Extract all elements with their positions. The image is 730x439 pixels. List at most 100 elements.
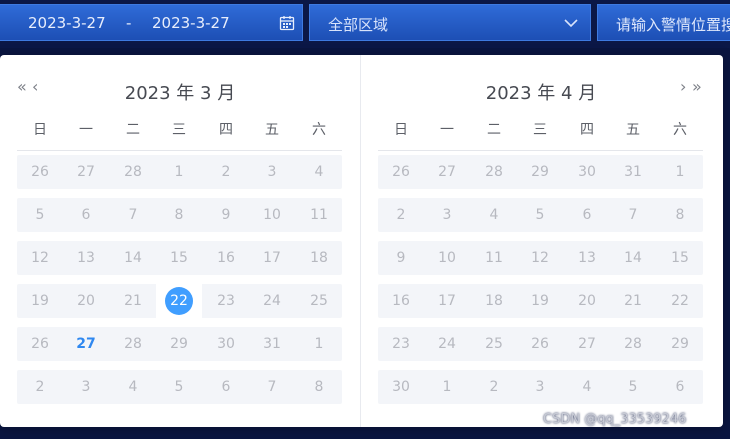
day-cell[interactable]: 18 [296,241,342,275]
day-cell[interactable]: 29 [517,155,563,189]
day-cell[interactable]: 1 [156,155,202,189]
double-chevron-right-icon[interactable]: » [692,77,702,96]
day-cell[interactable]: 21 [610,284,656,318]
day-cell[interactable]: 3 [424,198,470,232]
day-cell[interactable]: 6 [564,198,610,232]
day-cell[interactable]: 17 [249,241,295,275]
day-cell[interactable]: 28 [471,155,517,189]
day-cell[interactable]: 21 [110,284,156,318]
day-cell[interactable]: 26 [17,155,63,189]
day-cell[interactable]: 5 [156,370,202,404]
day-cell[interactable]: 5 [610,370,656,404]
day-cell[interactable]: 14 [610,241,656,275]
area-select[interactable]: 全部区域 [309,4,591,41]
day-cell[interactable]: 7 [249,370,295,404]
day-cell[interactable]: 28 [110,155,156,189]
day-number: 23 [217,293,235,309]
day-cell[interactable]: 4 [471,198,517,232]
day-cell[interactable]: 31 [249,327,295,361]
weekday-label: 日 [394,122,408,138]
day-cell[interactable]: 8 [296,370,342,404]
day-cell[interactable]: 25 [471,327,517,361]
day-cell[interactable]: 24 [424,327,470,361]
chevron-right-icon[interactable]: › [680,77,686,96]
day-cell[interactable]: 23 [203,284,249,318]
day-cell[interactable]: 28 [110,327,156,361]
day-cell[interactable]: 2 [17,370,63,404]
day-cell[interactable]: 17 [424,284,470,318]
day-cell[interactable]: 26 [378,155,424,189]
day-cell[interactable]: 29 [156,327,202,361]
day-cell[interactable]: 11 [471,241,517,275]
day-cell[interactable]: 3 [517,370,563,404]
day-cell[interactable]: 13 [63,241,109,275]
day-cell[interactable]: 8 [657,198,703,232]
day-cell[interactable]: 25 [296,284,342,318]
day-cell[interactable]: 10 [249,198,295,232]
day-cell[interactable]: 3 [63,370,109,404]
day-cell[interactable]: 23 [378,327,424,361]
chevron-down-icon[interactable] [564,18,578,28]
day-cell[interactable]: 15 [657,241,703,275]
day-cell[interactable]: 2 [203,155,249,189]
day-cell[interactable]: 4 [564,370,610,404]
day-cell[interactable]: 20 [564,284,610,318]
day-cell[interactable]: 19 [17,284,63,318]
day-cell[interactable]: 15 [156,241,202,275]
day-cell[interactable]: 29 [657,327,703,361]
day-cell[interactable]: 27 [63,155,109,189]
day-cell[interactable]: 7 [610,198,656,232]
day-number: 7 [267,379,277,395]
day-cell[interactable]: 6 [63,198,109,232]
day-cell[interactable]: 31 [610,155,656,189]
day-cell[interactable]: 4 [296,155,342,189]
day-cell[interactable]: 6 [657,370,703,404]
day-cell[interactable]: 16 [378,284,424,318]
day-cell[interactable]: 3 [249,155,295,189]
day-cell-today[interactable]: 27 [63,327,109,361]
date-end-input[interactable]: 2023-3-27 [152,14,230,32]
day-cell[interactable]: 7 [110,198,156,232]
day-cell[interactable]: 13 [564,241,610,275]
day-cell[interactable]: 30 [564,155,610,189]
day-cell[interactable]: 2 [471,370,517,404]
day-cell[interactable]: 30 [378,370,424,404]
day-cell[interactable]: 5 [517,198,563,232]
day-cell[interactable]: 6 [203,370,249,404]
day-cell[interactable]: 5 [17,198,63,232]
day-cell[interactable]: 26 [517,327,563,361]
day-cell[interactable]: 27 [424,155,470,189]
day-cell[interactable]: 4 [110,370,156,404]
day-cell[interactable]: 30 [203,327,249,361]
date-start-input[interactable]: 2023-3-27 [28,14,106,32]
day-number: 15 [671,250,689,266]
day-number: 26 [31,164,49,180]
day-cell[interactable]: 26 [17,327,63,361]
day-cell[interactable]: 1 [657,155,703,189]
day-cell[interactable]: 20 [63,284,109,318]
day-cell[interactable]: 14 [110,241,156,275]
day-cell[interactable]: 1 [296,327,342,361]
day-cell[interactable]: 9 [203,198,249,232]
day-cell[interactable]: 2 [378,198,424,232]
day-cell[interactable]: 19 [517,284,563,318]
date-range-picker[interactable]: 2023-3-27 - 2023-3-27 [0,4,303,41]
day-cell[interactable]: 28 [610,327,656,361]
day-cell[interactable]: 10 [424,241,470,275]
search-placeholder: 请输入警情位置搜 [616,16,730,34]
day-cell[interactable]: 24 [249,284,295,318]
location-search-input[interactable]: 请输入警情位置搜 [597,4,730,41]
day-cell[interactable]: 11 [296,198,342,232]
day-cell[interactable]: 9 [378,241,424,275]
day-cell[interactable]: 22 [657,284,703,318]
day-cell[interactable]: 27 [564,327,610,361]
day-cell[interactable]: 18 [471,284,517,318]
day-cell[interactable]: 8 [156,198,202,232]
day-number: 17 [263,250,281,266]
day-cell[interactable]: 12 [517,241,563,275]
day-cell-selected[interactable]: 22 [156,284,202,318]
day-cell[interactable]: 16 [203,241,249,275]
day-cell[interactable]: 1 [424,370,470,404]
calendar-icon[interactable] [279,15,295,31]
day-cell[interactable]: 12 [17,241,63,275]
